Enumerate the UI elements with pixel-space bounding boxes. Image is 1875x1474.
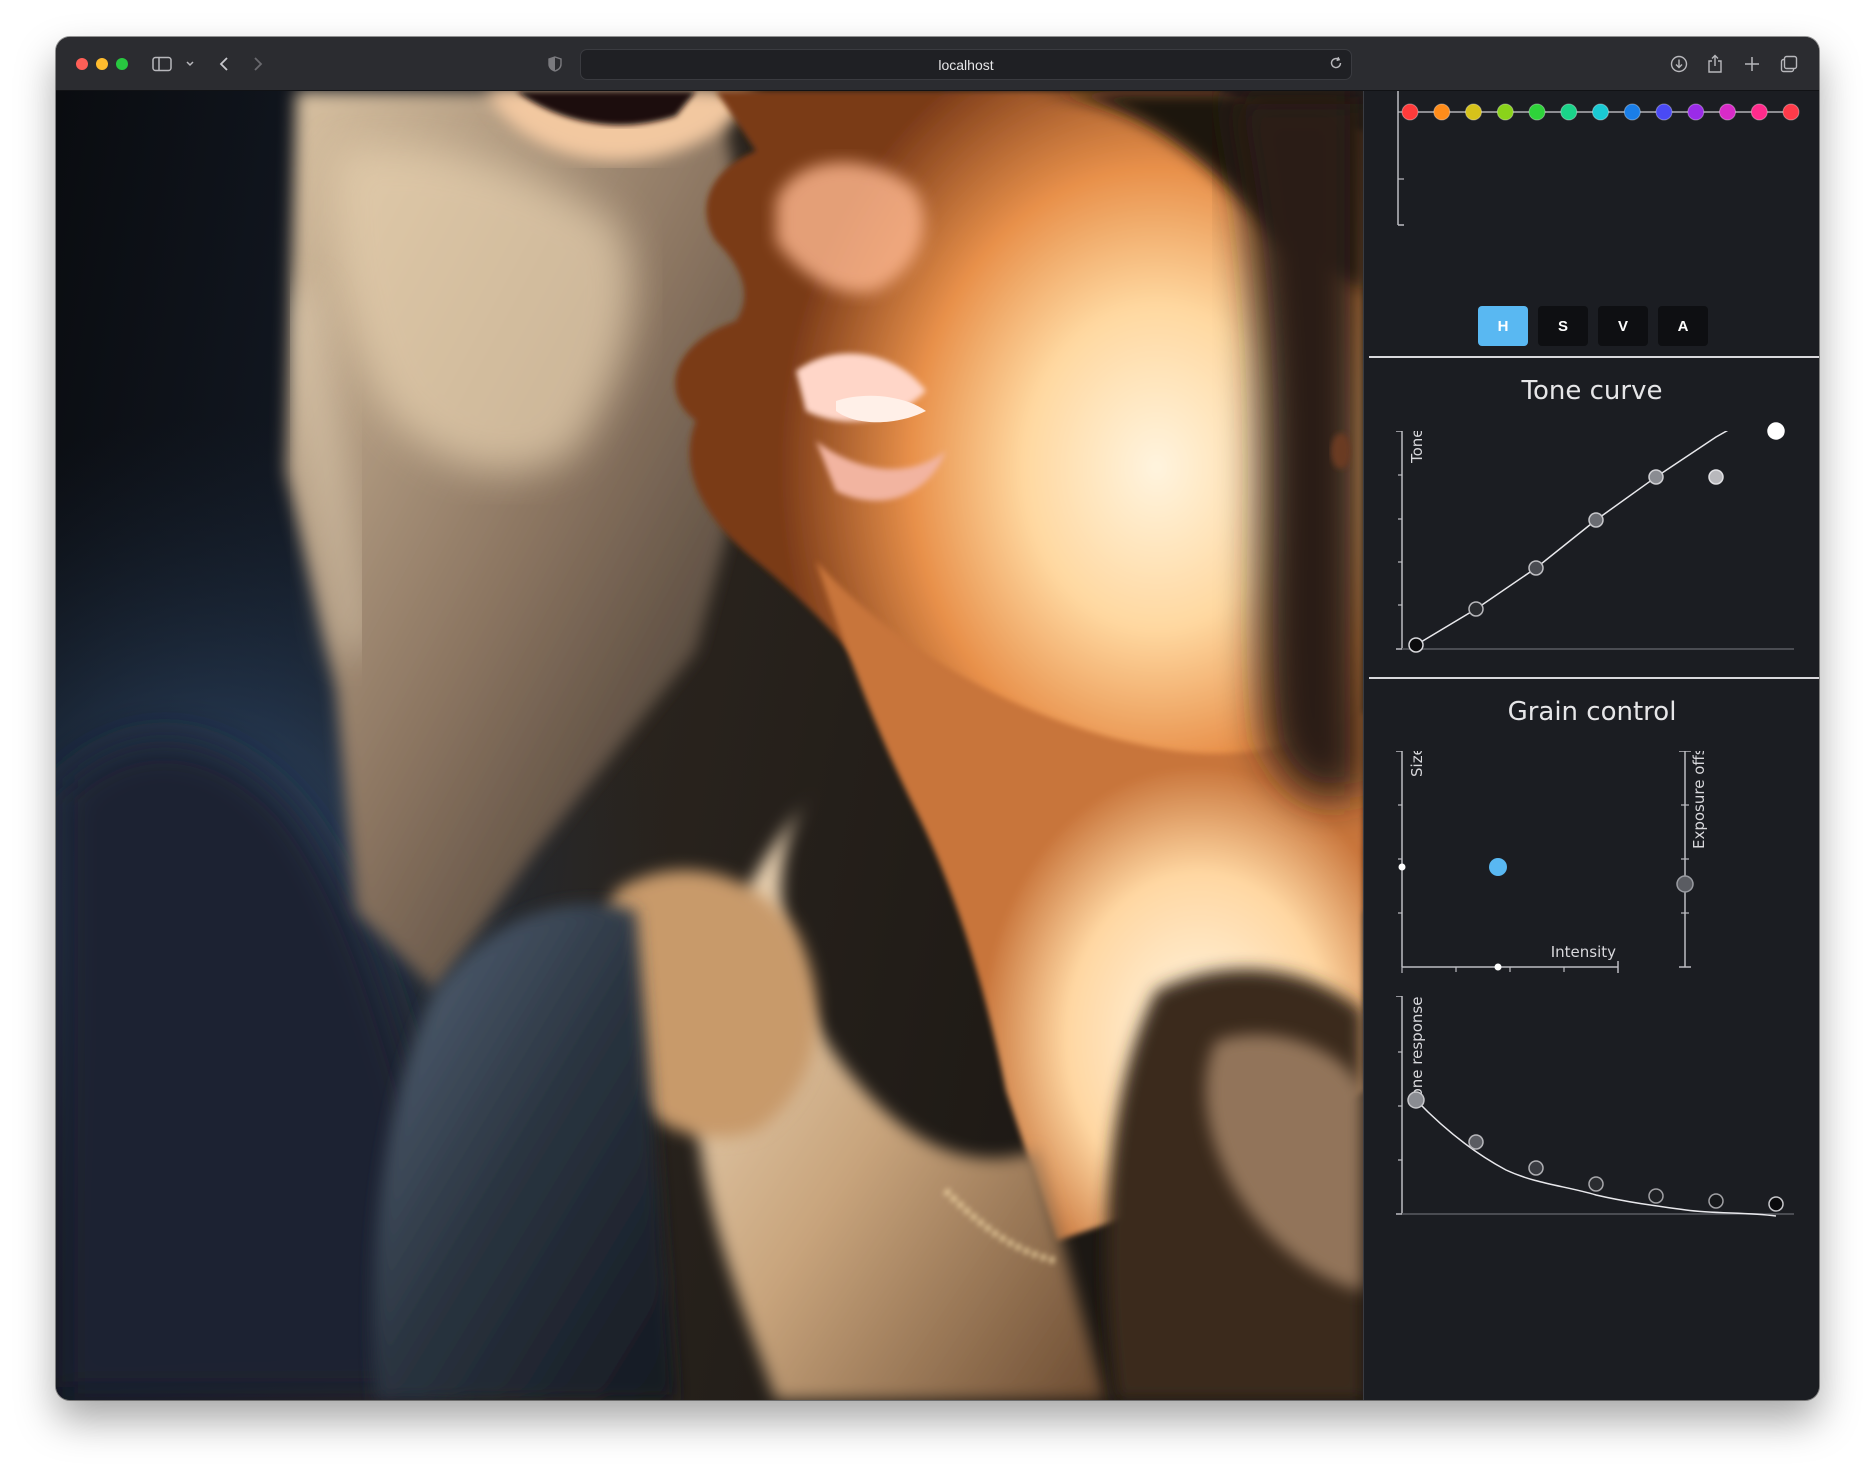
forward-icon[interactable] bbox=[248, 51, 268, 77]
zoom-window-button[interactable] bbox=[116, 58, 128, 70]
tabs-icon[interactable] bbox=[1778, 51, 1800, 77]
section-divider bbox=[1369, 677, 1819, 679]
tone-response-point[interactable] bbox=[1708, 1193, 1724, 1209]
plus-icon[interactable] bbox=[1741, 51, 1763, 77]
tone-response-point[interactable] bbox=[1528, 1160, 1544, 1176]
control-panel: H S V A Tone curve Tone Grain control Si… bbox=[1363, 91, 1819, 1400]
hue-dot[interactable] bbox=[1560, 103, 1578, 121]
back-icon[interactable] bbox=[214, 51, 234, 77]
chevron-down-icon[interactable] bbox=[183, 51, 197, 77]
close-window-button[interactable] bbox=[76, 58, 88, 70]
hue-dot[interactable] bbox=[1623, 103, 1641, 121]
hue-dot[interactable] bbox=[1528, 103, 1546, 121]
hue-dot[interactable] bbox=[1719, 103, 1736, 121]
tone-response-point[interactable] bbox=[1468, 1134, 1484, 1150]
tab-v[interactable]: V bbox=[1598, 306, 1648, 346]
tone-curve-point[interactable] bbox=[1588, 512, 1604, 528]
browser-window: localhost H S V A Tone curve Tone Grain … bbox=[56, 37, 1819, 1400]
share-icon[interactable] bbox=[1704, 51, 1726, 77]
tone-response-chart: Tone response bbox=[1396, 996, 1794, 1217]
reload-icon[interactable] bbox=[1329, 56, 1343, 73]
intensity-axis-label: Intensity bbox=[1551, 943, 1616, 961]
hue-dot[interactable] bbox=[1655, 103, 1673, 121]
tone-response-point[interactable] bbox=[1648, 1188, 1664, 1204]
tone-curve-point[interactable] bbox=[1708, 469, 1724, 485]
tone-curve-top-points bbox=[1708, 422, 1785, 485]
tone-response-axis-label: Tone response bbox=[1408, 997, 1426, 1105]
grain-xy-handle[interactable] bbox=[1489, 858, 1507, 876]
url-text: localhost bbox=[938, 56, 994, 73]
tab-h[interactable]: H bbox=[1478, 306, 1528, 346]
browser-titlebar: localhost bbox=[56, 37, 1819, 91]
hue-dot[interactable] bbox=[1750, 103, 1768, 121]
photo-preview bbox=[56, 91, 1363, 1400]
hue-dot[interactable] bbox=[1782, 103, 1800, 121]
hue-dot[interactable] bbox=[1465, 103, 1482, 121]
tab-s[interactable]: S bbox=[1538, 306, 1588, 346]
shield-icon bbox=[546, 51, 564, 77]
minimize-window-button[interactable] bbox=[96, 58, 108, 70]
tone-curve-point[interactable] bbox=[1468, 601, 1484, 617]
hue-dot[interactable] bbox=[1401, 103, 1419, 121]
tone-response-point[interactable] bbox=[1407, 1091, 1425, 1109]
exposure-offset-label: Exposure offset bbox=[1690, 751, 1708, 849]
size-marker bbox=[1398, 863, 1406, 871]
address-bar[interactable]: localhost bbox=[580, 49, 1352, 80]
grain-control-title: Grain control bbox=[1507, 697, 1677, 727]
size-axis-label: Size bbox=[1408, 751, 1426, 777]
hue-dot[interactable] bbox=[1433, 103, 1451, 121]
tone-curve-point[interactable] bbox=[1528, 560, 1544, 576]
hue-dot[interactable] bbox=[1496, 103, 1514, 121]
hue-strip bbox=[1397, 91, 1800, 226]
tone-response-point[interactable] bbox=[1768, 1196, 1784, 1212]
download-icon[interactable] bbox=[1668, 51, 1690, 77]
hue-dot[interactable] bbox=[1592, 103, 1609, 121]
tab-a[interactable]: A bbox=[1658, 306, 1708, 346]
section-divider bbox=[1369, 356, 1819, 358]
intensity-marker bbox=[1494, 963, 1502, 971]
tone-curve-point[interactable] bbox=[1767, 422, 1785, 440]
exposure-offset-handle[interactable] bbox=[1676, 875, 1694, 893]
grain-control-chart: Size Intensity Exposure offset bbox=[1396, 751, 1708, 973]
sidebar-icon[interactable] bbox=[150, 51, 174, 77]
tone-curve-point[interactable] bbox=[1408, 637, 1424, 653]
hue-dot[interactable] bbox=[1687, 103, 1705, 121]
tone-response-point[interactable] bbox=[1588, 1176, 1604, 1192]
